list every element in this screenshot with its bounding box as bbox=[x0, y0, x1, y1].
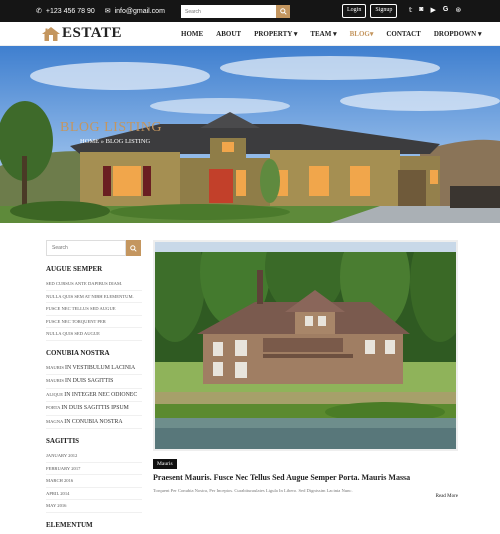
sidebar-link[interactable]: FUSCE NEC TELLUS SED AUGUE bbox=[46, 303, 142, 316]
link-text: IN INTEGER NEC ODIONEC bbox=[64, 391, 138, 398]
top-search-input[interactable] bbox=[181, 5, 276, 18]
signup-button[interactable]: Signup bbox=[370, 4, 398, 18]
nav-contact[interactable]: CONTACT bbox=[386, 30, 420, 38]
link-prefix: MAURIS bbox=[46, 364, 64, 370]
house-photo bbox=[155, 242, 456, 449]
archive-link[interactable]: APRIL 2014 bbox=[46, 488, 142, 500]
dribbble-icon[interactable]: ⊛ bbox=[455, 6, 461, 14]
nav-about[interactable]: ABOUT bbox=[216, 30, 241, 38]
sidebar: AUGUE SEMPER SED CURSUS ANTE DAPIBUS DIA… bbox=[46, 240, 142, 534]
twitter-icon[interactable]: 𝕥 bbox=[409, 6, 412, 14]
link-text: IN VESTIBULUM LACINIA bbox=[65, 364, 136, 371]
phone-icon: ✆ bbox=[36, 8, 42, 15]
archive-link[interactable]: MARCH 2016 bbox=[46, 475, 142, 488]
category-tag[interactable]: Mauris bbox=[153, 459, 177, 469]
main-menu: HOME ABOUT PROPERTY ▾ TEAM ▾ BLOG▾ CONTA… bbox=[181, 30, 495, 38]
read-more-link[interactable]: Read More bbox=[436, 494, 458, 499]
main-navbar: ESTATE HOME ABOUT PROPERTY ▾ TEAM ▾ BLOG… bbox=[0, 22, 500, 46]
nav-property[interactable]: PROPERTY ▾ bbox=[254, 30, 297, 38]
post-excerpt: Torquent Per Conubia Nostra, Per Incepto… bbox=[153, 488, 353, 493]
sidebar-list: JANUARY 2012 FEBRUARY 2017 MARCH 2016 AP… bbox=[46, 450, 142, 513]
email-contact[interactable]: ✉ info@gmail.com bbox=[104, 7, 165, 16]
top-search bbox=[181, 5, 290, 18]
sidebar-link[interactable]: ALIQUE IN INTEGER NEC ODIONEC bbox=[46, 389, 142, 402]
sidebar-link[interactable]: NULLA QUIS SEM AT NIBH ELEMENTUM. bbox=[46, 291, 142, 303]
sidebar-link[interactable]: NULLA QUIS SED AUGUE bbox=[46, 328, 142, 341]
sidebar-link[interactable]: FUSCE NEC TORQUENT PER bbox=[46, 316, 142, 328]
sidebar-link[interactable]: MAURIS IN DUIS SAGITTIS bbox=[46, 375, 142, 389]
sidebar-search-button[interactable] bbox=[126, 240, 141, 256]
site-logo[interactable]: ESTATE bbox=[42, 25, 122, 42]
instagram-icon[interactable]: ◙ bbox=[419, 6, 423, 14]
sidebar-heading: AUGUE SEMPER bbox=[46, 265, 103, 273]
link-text: IN DUIS SAGITTIS IPSUM bbox=[61, 405, 129, 411]
phone-contact[interactable]: ✆ +123 456 78 90 bbox=[36, 7, 95, 16]
sidebar-link[interactable]: SED CURSUS ANTE DAPIBUS DIAM. bbox=[46, 278, 142, 291]
archive-link[interactable]: MAY 2016 bbox=[46, 500, 142, 513]
nav-team[interactable]: TEAM ▾ bbox=[310, 30, 336, 38]
nav-blog[interactable]: BLOG▾ bbox=[350, 30, 374, 38]
nav-dropdown[interactable]: DROPDOWN ▾ bbox=[434, 30, 482, 38]
sidebar-link[interactable]: MAURIS IN VESTIBULUM LACINIA bbox=[46, 362, 142, 375]
top-bar: ✆ +123 456 78 90 ✉ info@gmail.com Login … bbox=[0, 0, 500, 22]
sidebar-heading: CONUBIA NOSTRA bbox=[46, 348, 110, 357]
archive-link[interactable]: FEBRUARY 2017 bbox=[46, 463, 142, 475]
envelope-icon: ✉ bbox=[104, 8, 111, 15]
post-title[interactable]: Praesent Mauris. Fusce Nec Tellus Sed Au… bbox=[153, 473, 458, 482]
hero-banner: BLOG LISTING HOME » BLOG LISTING bbox=[0, 46, 500, 223]
link-text: IN DUIS SAGITTIS bbox=[65, 378, 114, 384]
nav-home[interactable]: HOME bbox=[181, 30, 203, 38]
auth-buttons: Login Signup bbox=[342, 4, 398, 18]
sidebar-heading: SAGITTIS bbox=[46, 437, 80, 445]
link-prefix: PORTA bbox=[46, 405, 61, 410]
email-address: info@gmail.com bbox=[114, 7, 165, 15]
top-search-button[interactable] bbox=[276, 5, 290, 18]
sidebar-search bbox=[46, 240, 142, 256]
phone-number: +123 456 78 90 bbox=[45, 7, 95, 15]
page-title: BLOG LISTING bbox=[60, 120, 163, 135]
social-links: 𝕥 ◙ ▶ G ⊛ bbox=[409, 6, 461, 14]
link-prefix: ALIQUE bbox=[46, 391, 64, 397]
login-button[interactable]: Login bbox=[342, 4, 367, 18]
link-prefix: MAGNA bbox=[46, 418, 64, 424]
sidebar-heading: ELEMENTUM bbox=[46, 520, 93, 529]
contact-info: ✆ +123 456 78 90 ✉ info@gmail.com bbox=[36, 7, 165, 16]
search-icon bbox=[130, 244, 137, 252]
breadcrumb: HOME » BLOG LISTING bbox=[80, 138, 151, 145]
sidebar-search-input[interactable] bbox=[46, 240, 126, 256]
sidebar-list: SED CURSUS ANTE DAPIBUS DIAM. NULLA QUIS… bbox=[46, 278, 142, 341]
logo-text: ESTATE bbox=[62, 25, 122, 41]
link-text: IN CONUBIA NOSTRA bbox=[64, 418, 123, 425]
sidebar-link[interactable]: PORTA IN DUIS SAGITTIS IPSUM bbox=[46, 402, 142, 416]
link-prefix: MAURIS bbox=[46, 378, 64, 383]
sidebar-link[interactable]: MAGNA IN CONUBIA NOSTRA bbox=[46, 416, 142, 429]
google-icon[interactable]: G bbox=[443, 6, 448, 14]
house-icon bbox=[42, 26, 60, 41]
search-icon bbox=[279, 8, 287, 15]
blog-post: Mauris Praesent Mauris. Fusce Nec Tellus… bbox=[153, 240, 458, 499]
youtube-icon[interactable]: ▶ bbox=[431, 6, 436, 14]
sidebar-list: MAURIS IN VESTIBULUM LACINIA MAURIS IN D… bbox=[46, 362, 142, 429]
archive-link[interactable]: JANUARY 2012 bbox=[46, 450, 142, 463]
post-image[interactable] bbox=[153, 240, 458, 451]
